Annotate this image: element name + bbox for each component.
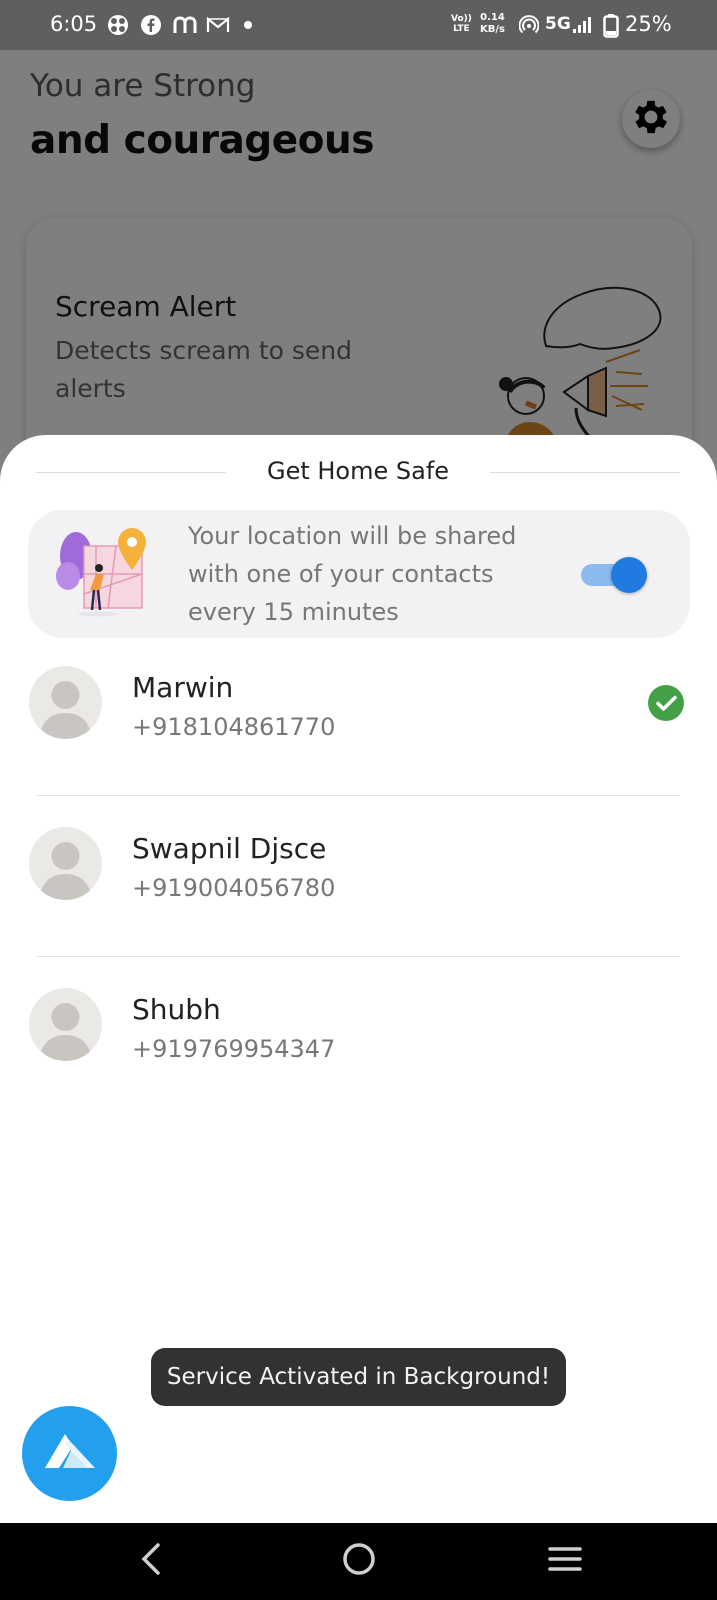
toggle-thumb xyxy=(611,557,647,593)
gmail-icon xyxy=(206,14,230,36)
status-time: 6:05 xyxy=(50,12,98,36)
system-nav-bar xyxy=(0,1523,717,1600)
assistant-fab-button[interactable] xyxy=(22,1406,117,1501)
speed-unit: KB/s xyxy=(480,24,505,35)
notification-dot-icon xyxy=(244,21,252,29)
location-share-toggle[interactable] xyxy=(577,557,647,593)
check-circle-icon xyxy=(648,685,684,721)
contact-list: Marwin +918104861770 Swapnil Djsce +9190… xyxy=(0,653,717,1136)
app-logo-icon xyxy=(41,1432,99,1476)
map-pin-illustration xyxy=(56,524,156,624)
contact-phone: +919769954347 xyxy=(132,1035,336,1063)
hotspot-icon xyxy=(518,15,541,37)
sheet-title: Get Home Safe xyxy=(266,457,450,485)
contact-name: Marwin xyxy=(132,671,234,704)
volte-indicator: Vo)) LTE xyxy=(451,14,472,34)
pinwheel-icon xyxy=(107,14,129,36)
menu-icon xyxy=(547,1544,583,1578)
sheet-header: Get Home Safe xyxy=(36,457,680,487)
home-icon xyxy=(342,1542,376,1580)
battery-icon xyxy=(603,14,619,38)
volte-line2: LTE xyxy=(453,24,470,34)
location-share-description: Your location will be shared with one of… xyxy=(188,522,517,626)
contact-item-shubh[interactable]: Shubh +919769954347 xyxy=(0,975,717,1136)
network-type: 5G xyxy=(545,14,571,34)
speed-value: 0.14 xyxy=(480,12,505,23)
m-icon xyxy=(172,14,198,36)
status-bar: 6:05 Vo)) LTE 0.14 KB/s 5G 25% xyxy=(0,0,717,50)
contact-item-marwin[interactable]: Marwin +918104861770 xyxy=(0,653,717,814)
nav-home-button[interactable] xyxy=(334,1539,384,1583)
divider xyxy=(36,795,680,796)
contact-phone: +918104861770 xyxy=(132,713,336,741)
contact-name: Shubh xyxy=(132,993,221,1026)
contact-name: Swapnil Djsce xyxy=(132,832,327,865)
nav-back-button[interactable] xyxy=(126,1539,176,1583)
divider xyxy=(36,956,680,957)
header-rule-right xyxy=(490,472,680,473)
network-speed: 0.14 KB/s xyxy=(480,12,505,36)
toast-message: Service Activated in Background! xyxy=(151,1348,566,1406)
avatar xyxy=(29,666,102,739)
contact-phone: +919004056780 xyxy=(132,874,336,902)
contact-item-swapnil-djsce[interactable]: Swapnil Djsce +919004056780 xyxy=(0,814,717,975)
nav-menu-button[interactable] xyxy=(540,1539,590,1583)
volte-line1: Vo)) xyxy=(451,14,472,24)
facebook-icon xyxy=(140,14,162,36)
battery-percent: 25% xyxy=(625,12,672,36)
avatar xyxy=(29,988,102,1061)
back-icon xyxy=(138,1542,164,1580)
avatar xyxy=(29,827,102,900)
location-share-card: Your location will be shared with one of… xyxy=(28,510,690,638)
signal-icon xyxy=(572,14,592,36)
